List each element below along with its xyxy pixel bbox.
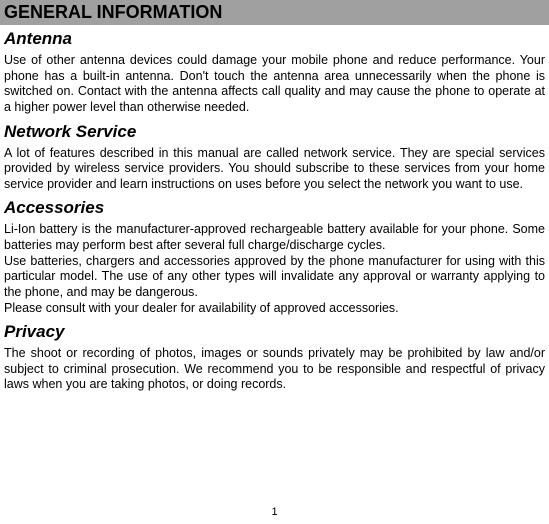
section-title-antenna: Antenna xyxy=(4,29,545,49)
section-title-privacy: Privacy xyxy=(4,322,545,342)
page-number: 1 xyxy=(0,506,549,518)
section-title-accessories: Accessories xyxy=(4,198,545,218)
section-network: Network Service A lot of features descri… xyxy=(0,122,549,193)
section-body-antenna: Use of other antenna devices could damag… xyxy=(4,53,545,116)
section-accessories: Accessories Li-Ion battery is the manufa… xyxy=(0,198,549,316)
section-body-accessories: Li-Ion battery is the manufacturer-appro… xyxy=(4,222,545,316)
section-title-network: Network Service xyxy=(4,122,545,142)
section-body-privacy: The shoot or recording of photos, images… xyxy=(4,346,545,393)
section-antenna: Antenna Use of other antenna devices cou… xyxy=(0,29,549,116)
page-header: GENERAL INFORMATION xyxy=(0,0,549,25)
section-body-network: A lot of features described in this manu… xyxy=(4,146,545,193)
section-privacy: Privacy The shoot or recording of photos… xyxy=(0,322,549,393)
